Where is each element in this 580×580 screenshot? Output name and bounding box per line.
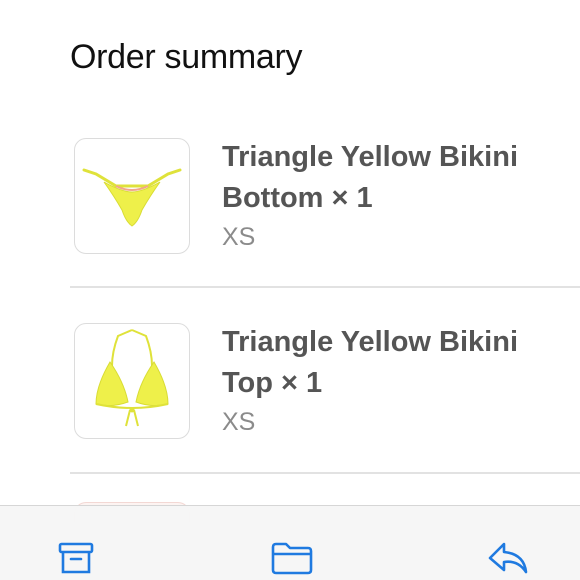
product-size: XS <box>222 223 256 251</box>
bikini-bottom-image <box>82 168 182 227</box>
page-title: Order summary <box>70 38 303 76</box>
bikini-top-image <box>95 329 169 427</box>
product-name: Triangle Yellow Bikini Top × 1 <box>222 326 519 399</box>
reply-button[interactable] <box>486 536 530 580</box>
list-item[interactable]: Triangle Yellow Bikini Top × 1 XS <box>0 310 580 460</box>
bottom-toolbar <box>0 505 580 580</box>
archive-button[interactable] <box>54 536 98 580</box>
order-summary-screen: Order summary Triangle Yellow Bikini Bot… <box>0 0 580 580</box>
folder-icon <box>271 542 313 575</box>
product-thumbnail[interactable] <box>74 138 190 254</box>
product-name: Triangle Yellow Bikini Bottom × 1 <box>222 141 519 214</box>
reply-icon <box>488 542 528 574</box>
product-thumbnail[interactable] <box>74 323 190 439</box>
product-size: XS <box>222 408 256 436</box>
divider <box>70 472 580 474</box>
move-to-folder-button[interactable] <box>270 536 314 580</box>
archive-icon <box>58 542 94 574</box>
list-item[interactable]: Triangle Yellow Bikini Bottom × 1 XS <box>0 125 580 275</box>
divider <box>70 286 580 288</box>
